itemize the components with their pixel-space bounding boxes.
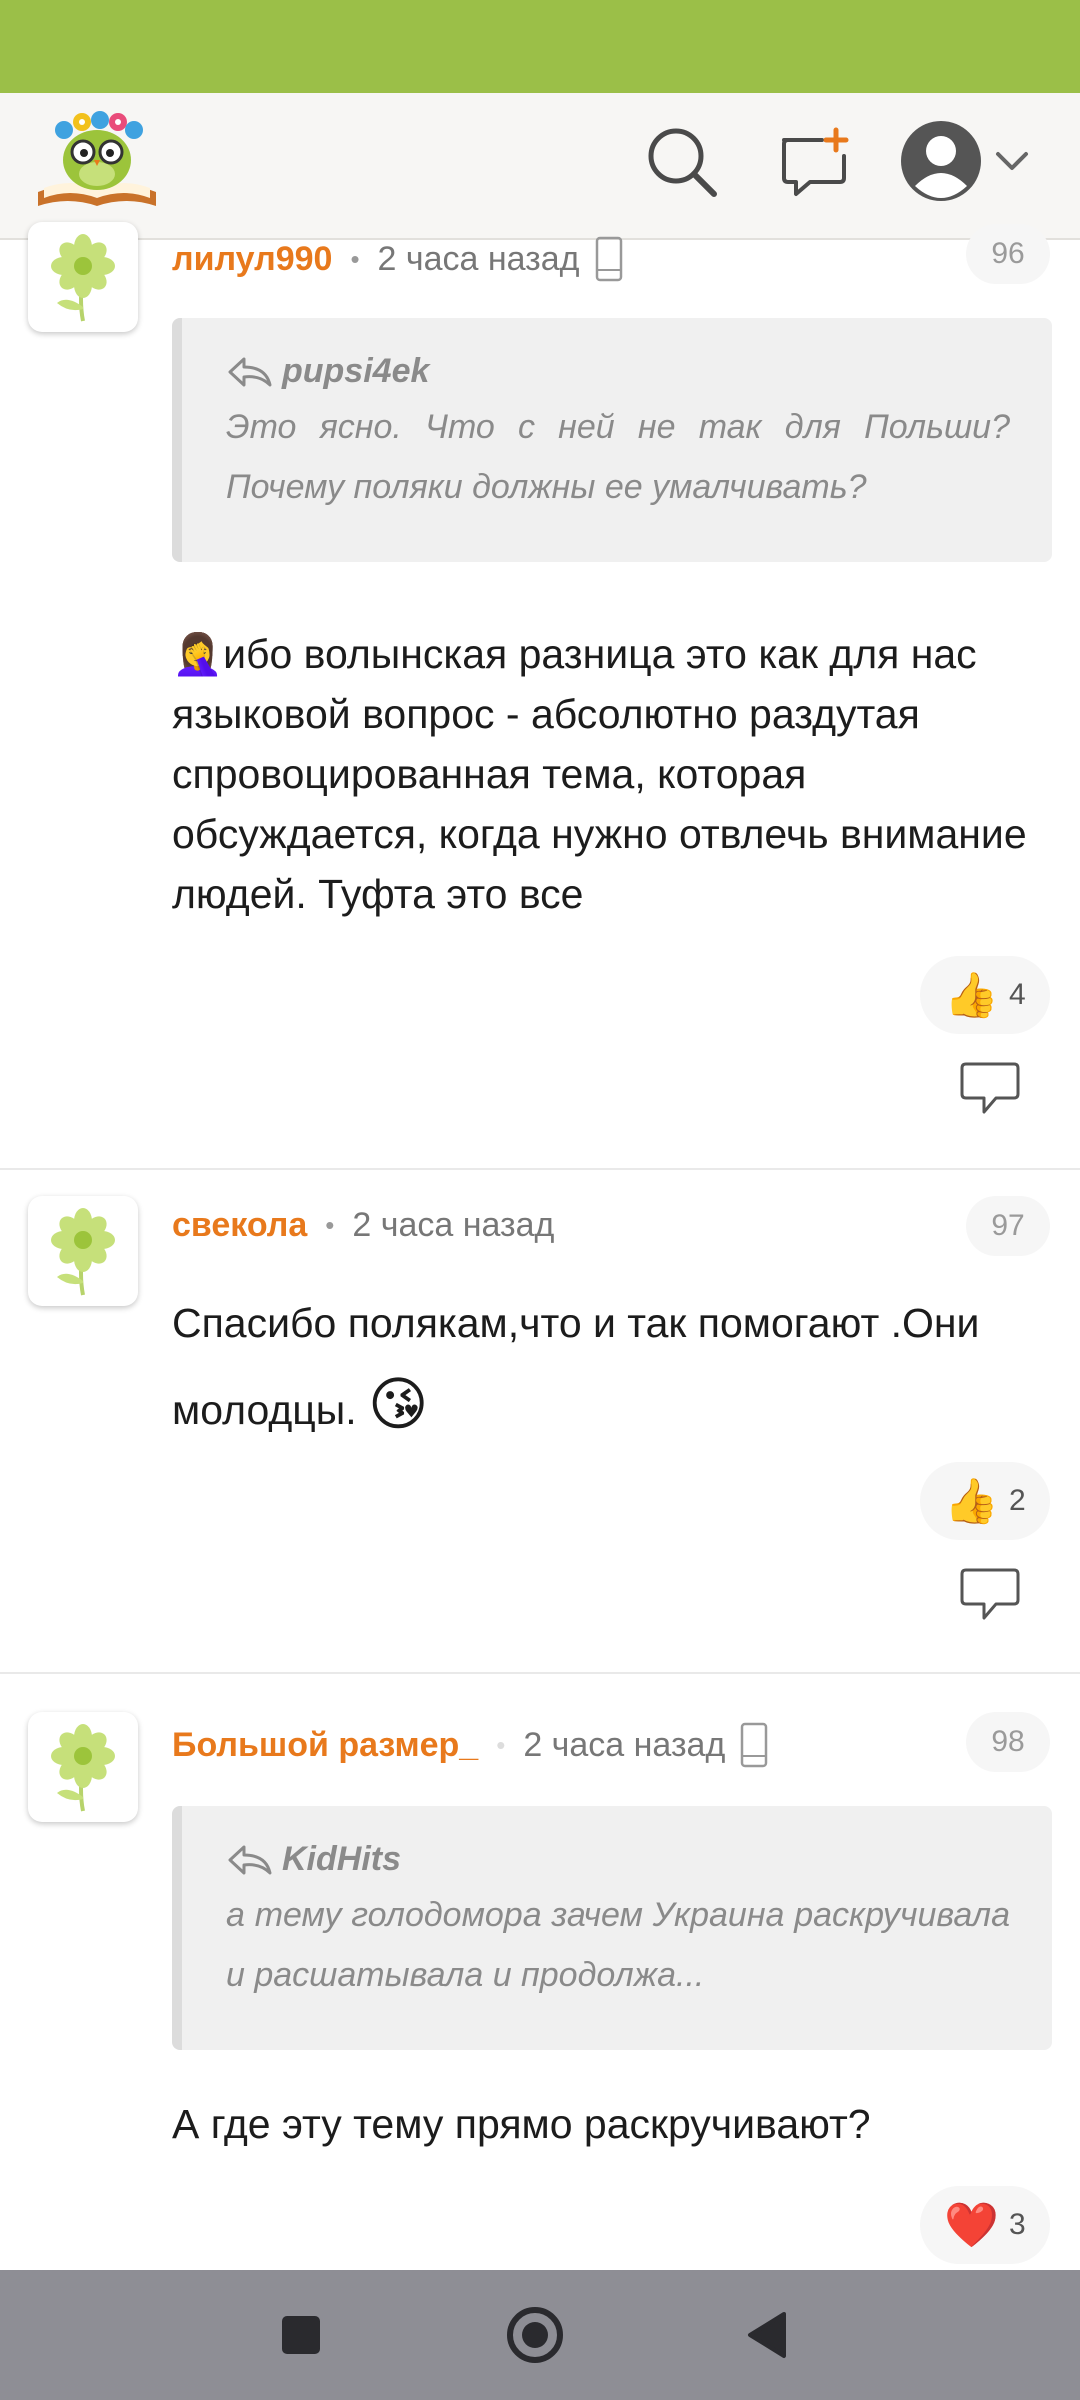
comment-number-badge[interactable]: 97 [966, 1196, 1050, 1256]
reply-arrow-icon [228, 1845, 272, 1874]
system-navigation-bar [0, 2270, 1080, 2400]
comment-divider [0, 1168, 1080, 1170]
facepalm-emoji: 🤦‍♀️ [172, 631, 224, 677]
thumbs-up-icon: 👍 [944, 1477, 1000, 1526]
thumbs-up-icon: 👍 [944, 971, 1000, 1020]
author-name[interactable]: Большой размер_ [172, 1726, 478, 1765]
recent-apps-icon[interactable] [280, 2314, 322, 2356]
chevron-down-icon [996, 152, 1028, 170]
comment-meta: свекола • 2 часа назад [172, 1206, 554, 1245]
flower-icon [51, 1724, 115, 1812]
comment-time: 2 часа назад [377, 239, 580, 278]
quote-author: KidHits [226, 1840, 1010, 1879]
avatar[interactable] [28, 1196, 138, 1306]
separator-dot: • [496, 1729, 506, 1760]
avatar[interactable] [28, 222, 138, 332]
new-post-icon[interactable] [778, 126, 850, 198]
comment-time: 2 часа назад [352, 1206, 555, 1244]
reaction-count: 3 [1009, 2208, 1026, 2241]
reaction-count: 4 [1009, 978, 1026, 1011]
kiss-emoji: 😘 [368, 1372, 429, 1437]
comment-meta: лилул990 • 2 часа назад [172, 236, 624, 282]
quote-author: pupsi4ek [226, 352, 1010, 391]
comment-text: А где эту тему прямо раскручивают? [172, 2101, 871, 2147]
reply-comment-icon[interactable] [960, 1566, 1020, 1622]
reaction-count: 2 [1009, 1484, 1026, 1517]
heart-icon: ❤️ [944, 2201, 1000, 2250]
flower-icon [51, 234, 115, 322]
status-bar [0, 0, 1080, 93]
mobile-phone-icon [595, 236, 622, 282]
comment-number-badge[interactable]: 96 [966, 224, 1050, 284]
comment-number-badge[interactable]: 98 [966, 1712, 1050, 1772]
comment-meta: Большой размер_ • 2 часа назад [172, 1722, 769, 1768]
reaction-button[interactable]: ❤️ 3 [920, 2186, 1050, 2264]
flower-icon [51, 1208, 115, 1296]
comment-text: 🤦‍♀️ибо волынская разница это как для на… [172, 631, 1027, 917]
avatar[interactable] [28, 1712, 138, 1822]
user-menu-button[interactable] [898, 118, 1038, 204]
reply-comment-icon[interactable] [960, 1060, 1020, 1116]
reply-arrow-icon [228, 357, 272, 386]
quote-text: а тему голодомора зачем Украина раскручи… [226, 1896, 1010, 1994]
quote-block[interactable]: pupsi4ek Это ясно. Что с ней не так для … [172, 318, 1052, 562]
back-icon[interactable] [744, 2310, 788, 2360]
search-icon[interactable] [644, 124, 720, 200]
reaction-button[interactable]: 👍 4 [920, 956, 1050, 1034]
quote-text: Это ясно. Что с ней не так для Польши? П… [226, 408, 1010, 506]
separator-dot: • [325, 1210, 335, 1240]
quote-block[interactable]: KidHits а тему голодомора зачем Украина … [172, 1806, 1052, 2050]
reaction-button[interactable]: 👍 2 [920, 1462, 1050, 1540]
site-logo[interactable] [34, 108, 160, 208]
comment-text: Спасибо полякам,что и так помогают .Они … [172, 1300, 980, 1437]
author-name[interactable]: лилул990 [172, 240, 332, 279]
comment-time: 2 часа назад [523, 1725, 726, 1764]
user-avatar-icon [901, 121, 981, 201]
author-name[interactable]: свекола [172, 1206, 307, 1245]
mobile-phone-icon [741, 1722, 768, 1768]
comment-divider [0, 1672, 1080, 1674]
separator-dot: • [350, 243, 360, 274]
home-icon[interactable] [506, 2306, 564, 2364]
